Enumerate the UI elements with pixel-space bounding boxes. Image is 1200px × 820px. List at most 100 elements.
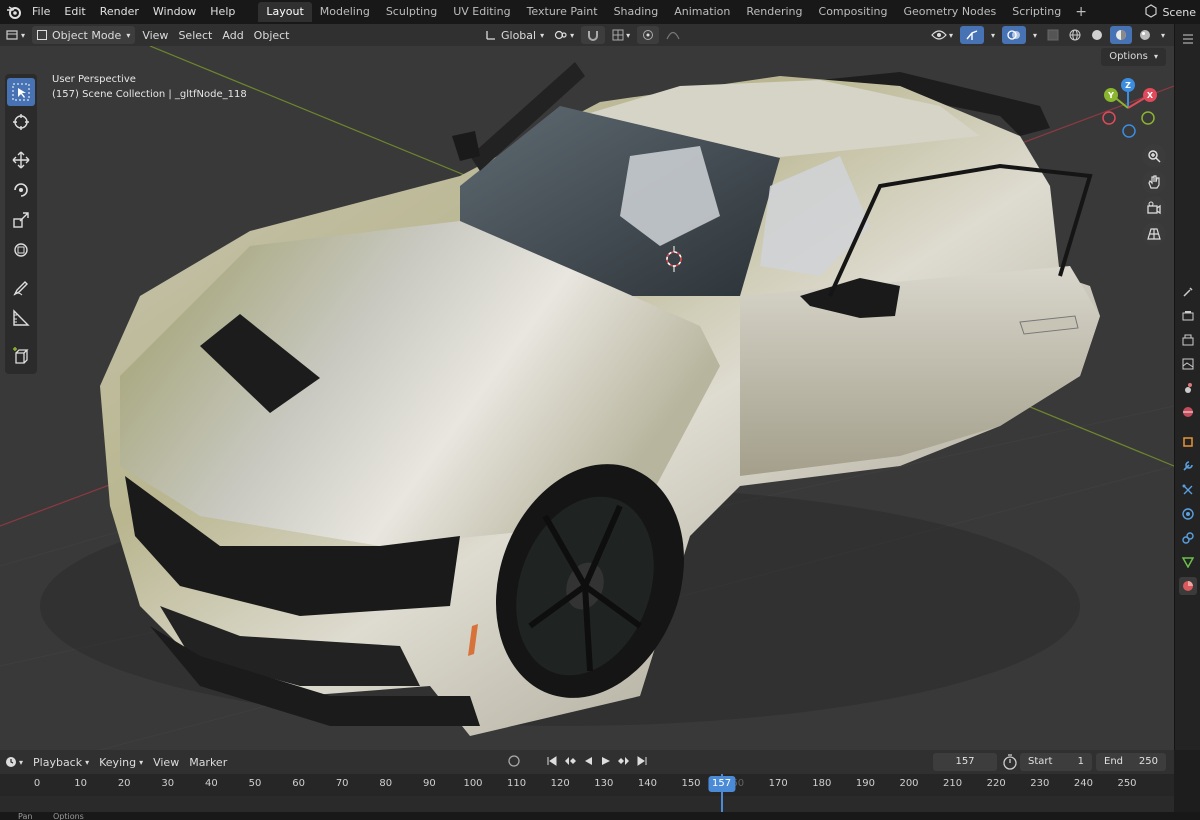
- navigation-gizmo[interactable]: Z X Y: [1102, 78, 1157, 138]
- frame-ruler[interactable]: 0102030405060708090100110120130140150160…: [0, 774, 1174, 796]
- menu-select[interactable]: Select: [173, 26, 217, 44]
- output-properties-icon[interactable]: [1179, 331, 1197, 349]
- frame-tick-label: 200: [899, 778, 919, 789]
- gizmo-neg-y[interactable]: [1141, 111, 1155, 125]
- preview-range-toggle[interactable]: [1002, 754, 1018, 773]
- visibility-dropdown[interactable]: ▾: [926, 26, 958, 44]
- options-dropdown[interactable]: Options ▾: [1101, 48, 1166, 66]
- move-tool[interactable]: [7, 146, 35, 174]
- object-properties-icon[interactable]: [1179, 433, 1197, 451]
- shading-solid[interactable]: [1086, 26, 1108, 44]
- menu-edit[interactable]: Edit: [57, 0, 92, 24]
- tab-texture-paint[interactable]: Texture Paint: [519, 2, 606, 22]
- tab-rendering[interactable]: Rendering: [738, 2, 810, 22]
- tab-sculpting[interactable]: Sculpting: [378, 2, 445, 22]
- start-value: 1: [1077, 756, 1084, 767]
- prev-keyframe-button[interactable]: [562, 753, 578, 769]
- add-cube-tool[interactable]: [7, 342, 35, 370]
- frame-tick-label: 70: [335, 778, 349, 789]
- timeline-track-area[interactable]: [0, 796, 1174, 812]
- jump-end-button[interactable]: [634, 753, 650, 769]
- auto-keying-toggle[interactable]: [506, 753, 522, 769]
- tab-layout[interactable]: Layout: [258, 2, 312, 22]
- constraint-properties-icon[interactable]: [1179, 529, 1197, 547]
- menu-help[interactable]: Help: [203, 0, 242, 24]
- perspective-toggle[interactable]: [1142, 222, 1166, 246]
- material-properties-icon[interactable]: [1179, 577, 1197, 595]
- editor-type-button[interactable]: ▾: [0, 26, 30, 44]
- scene-selector[interactable]: Scene: [1144, 0, 1200, 24]
- marker-menu[interactable]: Marker: [184, 753, 232, 771]
- tab-modeling[interactable]: Modeling: [312, 2, 378, 22]
- timeline-view-menu[interactable]: View: [148, 753, 184, 771]
- particle-properties-icon[interactable]: [1179, 481, 1197, 499]
- overlays-toggle[interactable]: [1001, 26, 1026, 44]
- data-properties-icon[interactable]: [1179, 553, 1197, 571]
- outliner-toggle-icon[interactable]: [1179, 30, 1197, 48]
- next-keyframe-button[interactable]: [616, 753, 632, 769]
- scale-tool[interactable]: [7, 206, 35, 234]
- camera-view-tool[interactable]: [1142, 196, 1166, 220]
- playhead-frame-indicator[interactable]: 157: [707, 776, 736, 792]
- gizmo-toggle[interactable]: [959, 26, 984, 44]
- menu-file[interactable]: File: [25, 0, 57, 24]
- jump-start-button[interactable]: [544, 753, 560, 769]
- overlays-icon: [1007, 30, 1020, 40]
- menu-add[interactable]: Add: [217, 26, 248, 44]
- object-mode-dropdown[interactable]: Object Mode ▾: [32, 26, 136, 44]
- snap-toggle[interactable]: [581, 26, 606, 44]
- timeline-editor-type-button[interactable]: ▾: [0, 753, 28, 771]
- tool-properties-icon[interactable]: [1179, 283, 1197, 301]
- orientation-icon: [486, 31, 495, 40]
- shading-rendered[interactable]: [1134, 26, 1156, 44]
- zoom-tool[interactable]: [1142, 144, 1166, 168]
- tab-shading[interactable]: Shading: [606, 2, 667, 22]
- playback-menu[interactable]: Playback ▾: [28, 753, 94, 771]
- add-workspace-button[interactable]: +: [1069, 2, 1093, 22]
- menu-object[interactable]: Object: [249, 26, 295, 44]
- transform-tool[interactable]: [7, 236, 35, 264]
- gizmo-neg-z[interactable]: [1122, 124, 1136, 138]
- scene-properties-icon[interactable]: [1179, 379, 1197, 397]
- measure-tool[interactable]: [7, 304, 35, 332]
- rotate-tool[interactable]: [7, 176, 35, 204]
- pivot-point-dropdown[interactable]: ▾: [549, 26, 579, 44]
- xray-toggle[interactable]: [1042, 26, 1064, 44]
- transform-orientation-dropdown[interactable]: Global ▾: [480, 26, 549, 44]
- cursor-tool[interactable]: [7, 108, 35, 136]
- snap-target-dropdown[interactable]: ▾: [607, 26, 635, 44]
- blender-logo-icon[interactable]: [3, 0, 25, 24]
- proportional-edit-toggle[interactable]: [637, 26, 660, 44]
- shading-dropdown[interactable]: ▾: [1156, 26, 1170, 44]
- modifier-properties-icon[interactable]: [1179, 457, 1197, 475]
- annotate-tool[interactable]: [7, 274, 35, 302]
- current-frame-field[interactable]: 157: [933, 753, 997, 771]
- 3d-viewport[interactable]: Z X Y User Perspective (157) Scene Colle…: [0, 46, 1174, 750]
- menu-view[interactable]: View: [137, 26, 173, 44]
- view-layer-properties-icon[interactable]: [1179, 355, 1197, 373]
- play-reverse-button[interactable]: [580, 753, 596, 769]
- end-frame-field[interactable]: End 250: [1096, 753, 1166, 771]
- start-frame-field[interactable]: Start 1: [1020, 753, 1092, 771]
- tab-scripting[interactable]: Scripting: [1004, 2, 1069, 22]
- chevron-down-icon: ▾: [19, 757, 24, 767]
- shading-wireframe[interactable]: [1064, 26, 1086, 44]
- gizmo-dropdown[interactable]: ▾: [986, 26, 1000, 44]
- physics-properties-icon[interactable]: [1179, 505, 1197, 523]
- tab-geometry-nodes[interactable]: Geometry Nodes: [895, 2, 1004, 22]
- menu-render[interactable]: Render: [93, 0, 146, 24]
- proportional-falloff-dropdown[interactable]: [661, 26, 685, 44]
- menu-window[interactable]: Window: [146, 0, 203, 24]
- tab-compositing[interactable]: Compositing: [811, 2, 896, 22]
- select-box-tool[interactable]: [7, 78, 35, 106]
- keying-menu[interactable]: Keying ▾: [94, 753, 148, 771]
- tab-animation[interactable]: Animation: [666, 2, 738, 22]
- pan-tool[interactable]: [1142, 170, 1166, 194]
- play-button[interactable]: [598, 753, 614, 769]
- tab-uv-editing[interactable]: UV Editing: [445, 2, 518, 22]
- render-properties-icon[interactable]: [1179, 307, 1197, 325]
- shading-material-preview[interactable]: [1109, 26, 1132, 44]
- world-properties-icon[interactable]: [1179, 403, 1197, 421]
- overlays-dropdown[interactable]: ▾: [1028, 26, 1042, 44]
- gizmo-neg-x[interactable]: [1102, 111, 1116, 125]
